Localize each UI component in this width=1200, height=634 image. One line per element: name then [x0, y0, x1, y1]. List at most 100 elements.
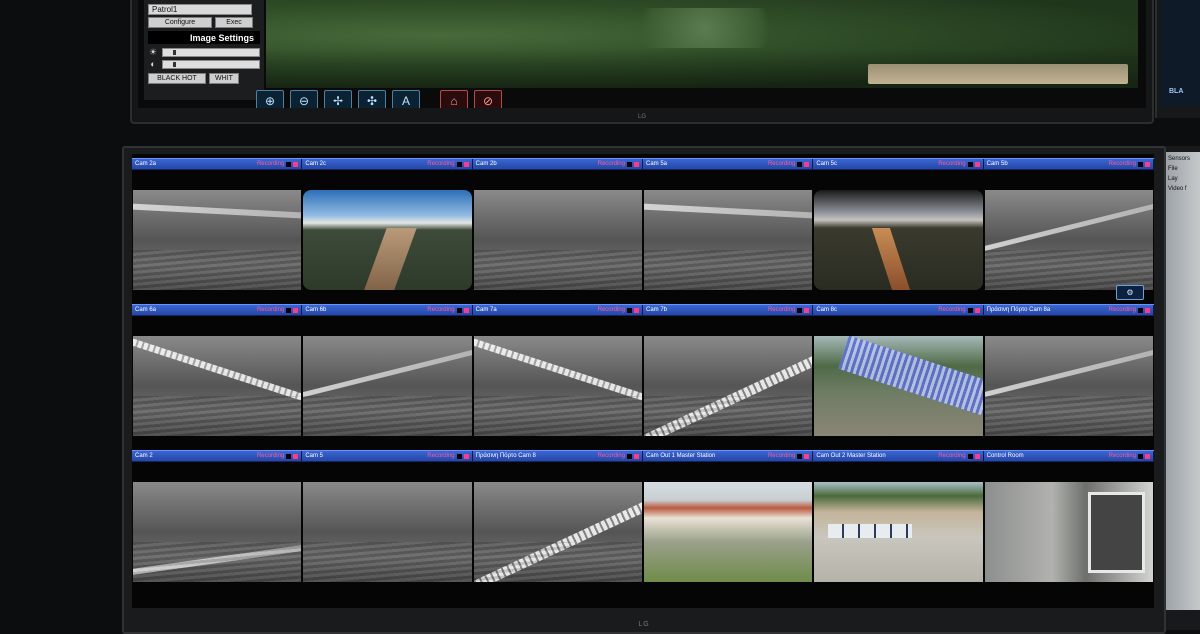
- recording-text: Recording: [938, 161, 966, 167]
- configure-button[interactable]: Configure: [148, 17, 212, 28]
- video-treeline: [614, 8, 795, 48]
- recording-indicator: Recording: [598, 453, 639, 459]
- auto-focus-icon[interactable]: A: [392, 90, 420, 108]
- camera-settings-icon[interactable]: ⚙: [1116, 285, 1144, 300]
- contrast-slider[interactable]: [162, 59, 260, 69]
- stop-tour-icon[interactable]: ⊘: [474, 90, 502, 108]
- focus-far-icon[interactable]: ✣: [358, 90, 386, 108]
- recording-indicator: Recording: [1109, 161, 1150, 167]
- home-position-icon[interactable]: ⌂: [440, 90, 468, 108]
- camera-feed[interactable]: [814, 190, 983, 290]
- camera-feed[interactable]: [133, 190, 302, 290]
- cam-name: Cam 6b: [305, 307, 327, 313]
- status-square-pink: [293, 307, 299, 313]
- brightness-icon: ☀: [148, 47, 158, 57]
- ptz-video-feed[interactable]: [266, 0, 1138, 88]
- recording-text: Recording: [938, 453, 966, 459]
- cam-label: Cam 2b Recording: [473, 159, 643, 169]
- cam-name: Cam 5a: [645, 161, 667, 167]
- cam-name: Cam 5c: [816, 161, 837, 167]
- camera-feed[interactable]: [133, 336, 302, 436]
- status-square-pink: [633, 161, 639, 167]
- cam-label: Cam Out 2 Master Station Recording: [813, 451, 984, 461]
- execute-button[interactable]: Exec: [215, 17, 253, 28]
- camera-feed[interactable]: [473, 336, 642, 436]
- cam-name: Cam 5: [305, 453, 323, 459]
- status-square-pink: [463, 307, 469, 313]
- status-square-black: [286, 161, 292, 167]
- camera-feed[interactable]: [814, 336, 983, 436]
- video-field: [868, 64, 1128, 84]
- recording-text: Recording: [767, 161, 796, 167]
- camera-feed[interactable]: [643, 190, 813, 290]
- recording-text: Recording: [767, 307, 796, 313]
- camera-feed[interactable]: [984, 190, 1153, 290]
- status-square-black: [1137, 307, 1143, 313]
- camera-feed[interactable]: [473, 190, 642, 290]
- status-square-pink: [974, 161, 980, 167]
- right-top-tag: BLA: [1169, 88, 1184, 95]
- cam-name: Πράσινη Πόρτο Cam 8: [475, 453, 536, 459]
- camera-feed[interactable]: [133, 482, 302, 582]
- cam-label: Πράσινη Πόρτο Cam 8a Recording: [984, 305, 1154, 315]
- focus-near-icon[interactable]: ✢: [324, 90, 352, 108]
- top-monitor: Patrol1 Configure Exec Image Settings ☀ …: [130, 0, 1154, 124]
- cam-name: Cam 2c: [305, 161, 326, 167]
- status-square-pink: [804, 453, 810, 459]
- status-square-black: [456, 453, 462, 459]
- camera-row-2: Cam 6a Recording Cam 6b Recording Cam 7a Re…: [132, 304, 1154, 436]
- menu-item-video[interactable]: Video f: [1168, 184, 1190, 194]
- right-side-screen: [1166, 152, 1200, 610]
- recording-text: Recording: [427, 161, 455, 167]
- camera-feed[interactable]: [303, 336, 472, 436]
- right-top-monitor: BLA: [1155, 0, 1200, 118]
- camera-feed[interactable]: [984, 482, 1153, 582]
- cam-name: Cam 8c: [816, 307, 837, 313]
- status-square-black: [626, 161, 632, 167]
- camera-feed[interactable]: [984, 336, 1153, 436]
- brightness-slider-knob[interactable]: [173, 49, 176, 55]
- status-square-black: [286, 453, 292, 459]
- menu-item-layout[interactable]: Lay: [1168, 174, 1190, 184]
- camera-feed[interactable]: [303, 482, 472, 582]
- right-side-menu: Sensors File Lay Video f: [1168, 154, 1190, 194]
- camera-feed[interactable]: [303, 190, 472, 290]
- contrast-slider-knob[interactable]: [173, 61, 176, 67]
- status-square-pink: [1144, 161, 1150, 167]
- cam-label: Cam 5a Recording: [643, 159, 814, 169]
- cam-name: Cam 2a: [135, 161, 157, 167]
- recording-indicator: Recording: [767, 307, 810, 313]
- menu-item-file[interactable]: File: [1168, 164, 1190, 174]
- zoom-out-icon[interactable]: ⊖: [290, 90, 318, 108]
- status-square-pink: [974, 453, 980, 459]
- cam-label: Cam 8c Recording: [813, 305, 984, 315]
- status-square-black: [797, 453, 803, 459]
- camera-feed[interactable]: [643, 336, 813, 436]
- recording-indicator: Recording: [257, 161, 299, 167]
- menu-item-sensors[interactable]: Sensors: [1168, 154, 1190, 164]
- recording-text: Recording: [427, 307, 455, 313]
- top-monitor-brand: LG: [637, 114, 647, 120]
- camera-feed[interactable]: [814, 482, 983, 582]
- recording-indicator: Recording: [257, 453, 299, 459]
- top-screen: Patrol1 Configure Exec Image Settings ☀ …: [138, 0, 1146, 108]
- camera-feed[interactable]: [643, 482, 813, 582]
- brightness-slider[interactable]: [162, 47, 260, 57]
- cam-label: Cam 2c Recording: [302, 159, 473, 169]
- zoom-in-icon[interactable]: ⊕: [256, 90, 284, 108]
- camera-feed[interactable]: [473, 482, 642, 582]
- recording-text: Recording: [427, 453, 455, 459]
- status-square-black: [456, 161, 462, 167]
- cam-label: Cam 6b Recording: [302, 305, 473, 315]
- white-hot-button[interactable]: WHIT: [209, 73, 239, 84]
- cam-label: Cam 6a Recording: [132, 305, 303, 315]
- recording-text: Recording: [597, 161, 625, 167]
- black-hot-button[interactable]: BLACK HOT: [148, 73, 206, 84]
- camera-bar: Cam 2 Recording Cam 5 Recording Πράσινη Πό…: [132, 450, 1154, 462]
- preset-field[interactable]: Patrol1: [148, 4, 252, 15]
- status-square-pink: [463, 161, 469, 167]
- recording-indicator: Recording: [427, 161, 469, 167]
- status-square-black: [967, 161, 973, 167]
- cam-label: Cam 2a Recording: [132, 159, 303, 169]
- recording-indicator: Recording: [427, 453, 469, 459]
